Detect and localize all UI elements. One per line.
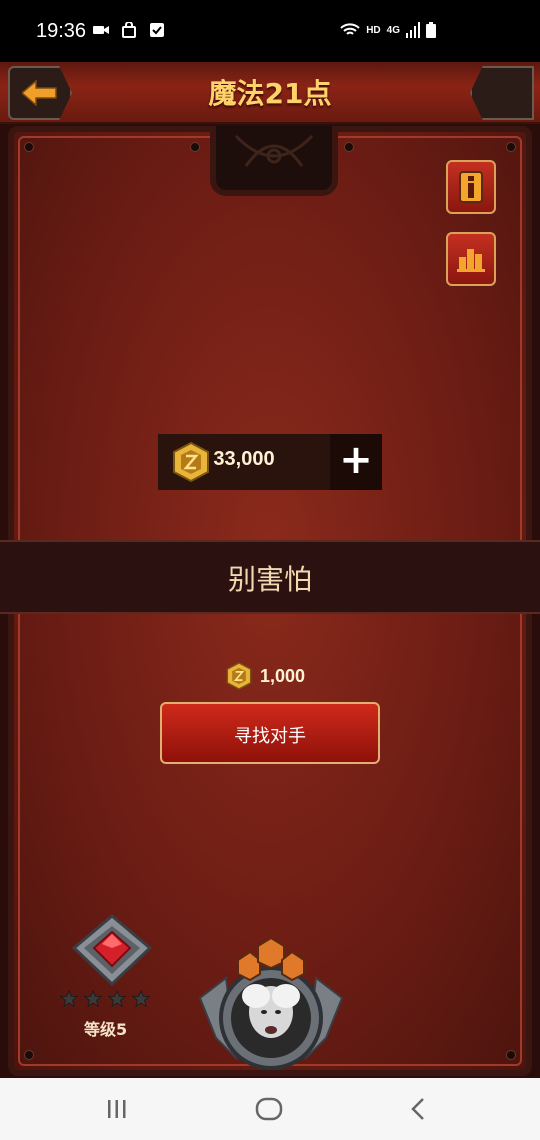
balance-bar: 33,000 +: [158, 434, 382, 490]
player-avatar[interactable]: [196, 938, 346, 1088]
add-coins-button[interactable]: +: [330, 434, 382, 490]
leaderboard-button[interactable]: [446, 232, 496, 286]
rank-stars: [60, 990, 150, 1008]
panel-notch: [210, 126, 338, 196]
stake-amount: 1,000: [260, 665, 306, 686]
rivet: [344, 142, 354, 152]
bar-chart-icon: [457, 249, 485, 272]
hd-icon: HD: [366, 24, 381, 36]
page-title: 魔法21点: [208, 77, 332, 110]
star-icon: [132, 990, 150, 1008]
status-right-icons: HD 4G: [340, 22, 436, 38]
home-icon[interactable]: [254, 1096, 284, 1122]
rank-label: 等级5: [84, 1020, 128, 1039]
game-screen: 魔法21点 33,000 + 别害怕 1,000 寻找对手 等级5: [0, 62, 540, 1078]
4g-signal-icon: 4G: [386, 24, 400, 36]
stake-coin-icon: [226, 662, 252, 690]
system-nav-bar: [0, 1078, 540, 1140]
header-right-cap: [470, 66, 534, 120]
checkbox-icon: [150, 23, 164, 37]
find-opponent-button[interactable]: 寻找对手: [160, 702, 380, 764]
status-left-icons: [92, 22, 166, 38]
star-icon: [84, 990, 102, 1008]
plus-icon: +: [339, 437, 373, 483]
nav-back-icon[interactable]: [406, 1096, 430, 1122]
mode-banner: 别害怕: [0, 540, 540, 614]
rivet: [24, 1050, 34, 1060]
rivet: [190, 142, 200, 152]
battery-icon: [426, 22, 436, 38]
rivet: [506, 1050, 516, 1060]
balance-amount: 33,000: [213, 448, 275, 470]
star-icon: [60, 990, 78, 1008]
stake-info: 1,000: [226, 662, 305, 690]
star-icon: [108, 990, 126, 1008]
signal-bars-icon: [406, 22, 420, 38]
info-icon: [459, 171, 483, 203]
find-opponent-label: 寻找对手: [234, 726, 306, 747]
wifi-icon: [340, 23, 360, 35]
shopping-bag-icon: [122, 22, 136, 38]
mode-title: 别害怕: [227, 563, 312, 596]
status-time: 19:36: [36, 20, 87, 42]
ornament-icon: [234, 134, 314, 167]
rivet: [506, 142, 516, 152]
video-camera-icon: [93, 26, 109, 34]
rivet: [24, 142, 34, 152]
info-button[interactable]: [446, 160, 496, 214]
recents-icon[interactable]: [104, 1096, 130, 1122]
header-bar: 魔法21点: [0, 62, 540, 124]
status-bar: 19:36 HD 4G: [0, 0, 540, 62]
